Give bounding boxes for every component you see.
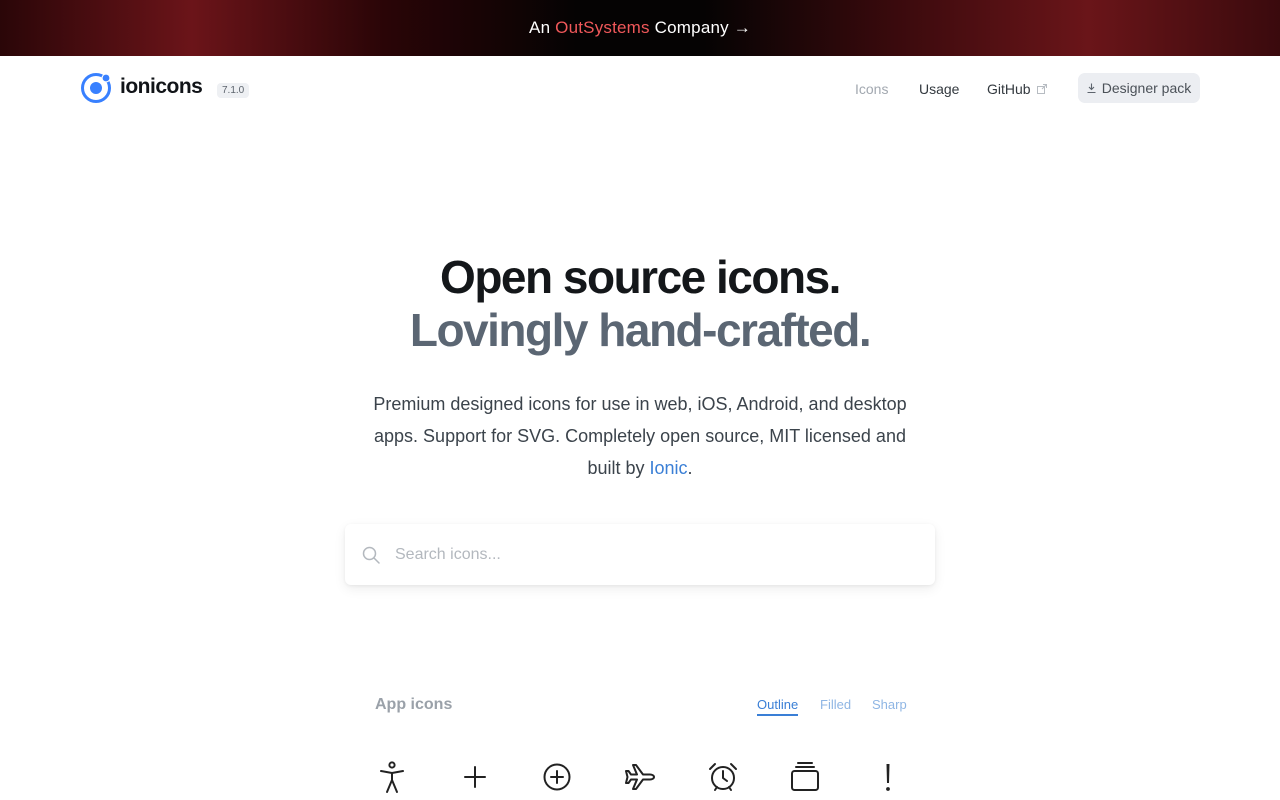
add-circle-icon bbox=[543, 763, 571, 791]
hero-headline: Open source icons. bbox=[440, 251, 841, 303]
banner-prefix: An bbox=[529, 18, 556, 37]
icon-cell-airplane[interactable] bbox=[623, 760, 657, 794]
announcement-banner[interactable]: An OutSystems Company → bbox=[0, 0, 1280, 56]
icon-cell-add[interactable] bbox=[458, 760, 492, 794]
albums-icon bbox=[791, 762, 819, 791]
download-icon bbox=[1087, 83, 1096, 93]
hero-subheadline: Lovingly hand-crafted. bbox=[409, 304, 872, 356]
icon-cell-add-circle[interactable] bbox=[540, 760, 574, 794]
github-label: GitHub bbox=[987, 81, 1031, 97]
description-end: . bbox=[687, 458, 693, 478]
version-badge: 7.1.0 bbox=[217, 83, 250, 98]
tab-sharp[interactable]: Sharp bbox=[872, 697, 907, 712]
hero-description: Premium designed icons for use in web, i… bbox=[370, 388, 910, 484]
alarm-icon bbox=[709, 763, 737, 791]
site-header: ionicons 7.1.0 Icons Usage GitHub Design… bbox=[0, 56, 1280, 120]
icon-cell-alert[interactable] bbox=[871, 760, 905, 794]
designer-pack-button[interactable]: Designer pack bbox=[1078, 73, 1200, 103]
tab-filled[interactable]: Filled bbox=[820, 697, 851, 712]
accessibility-icon bbox=[380, 761, 404, 793]
icon-cell-albums[interactable] bbox=[788, 760, 822, 794]
icon-cell-accessibility[interactable] bbox=[375, 760, 409, 794]
banner-suffix: Company → bbox=[649, 18, 751, 37]
search-input[interactable] bbox=[395, 538, 915, 572]
nav-usage-link[interactable]: Usage bbox=[919, 81, 959, 97]
search-box[interactable] bbox=[345, 524, 935, 585]
logo-text[interactable]: ionicons bbox=[120, 75, 203, 99]
alert-icon bbox=[886, 764, 890, 791]
ionicons-logo-icon[interactable] bbox=[80, 72, 112, 104]
icon-cell-alarm[interactable] bbox=[706, 760, 740, 794]
app-icons-title: App icons bbox=[375, 696, 453, 713]
airplane-icon bbox=[625, 764, 655, 790]
banner-brand: OutSystems bbox=[555, 18, 650, 37]
nav-icons-link[interactable]: Icons bbox=[855, 81, 888, 97]
description-text: Premium designed icons for use in web, i… bbox=[373, 394, 907, 478]
search-icon bbox=[362, 546, 380, 564]
designer-pack-label: Designer pack bbox=[1101, 80, 1192, 96]
tab-outline[interactable]: Outline bbox=[757, 697, 799, 716]
nav-github-link[interactable]: GitHub bbox=[987, 81, 1047, 97]
external-link-icon bbox=[1036, 84, 1047, 94]
add-icon bbox=[464, 766, 486, 788]
ionic-link[interactable]: Ionic bbox=[650, 458, 688, 478]
